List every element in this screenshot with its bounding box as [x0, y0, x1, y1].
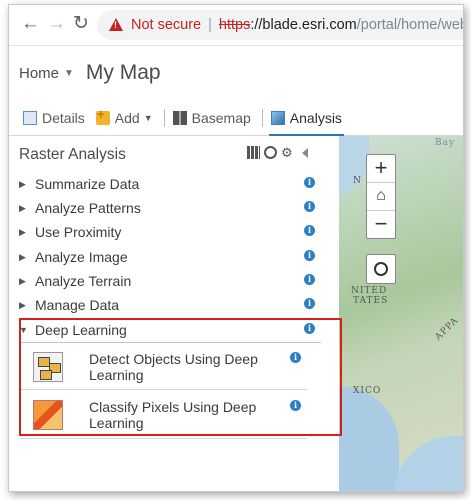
category-deep-learning[interactable]: ▼ Deep Learning i: [19, 318, 321, 343]
tool-detect-objects[interactable]: Detect Objects Using Deep Learning i: [21, 344, 307, 390]
category-label: Analyze Image: [35, 249, 128, 265]
chevron-right-icon: ▶: [19, 202, 26, 213]
reload-icon[interactable]: ↻: [73, 14, 89, 34]
analysis-icon: [270, 111, 285, 125]
chevron-down-icon: ▼: [19, 325, 28, 335]
map-label: APPA: [433, 315, 461, 343]
collapse-panel-icon[interactable]: [302, 147, 308, 158]
warning-icon: [109, 17, 123, 31]
analysis-button[interactable]: Analysis: [268, 101, 345, 136]
chevron-down-icon: ▼: [143, 113, 153, 123]
basemap-button[interactable]: Basemap: [172, 101, 251, 135]
panel-title: Raster Analysis: [19, 146, 126, 163]
map-water: [394, 436, 463, 491]
details-button[interactable]: Details: [23, 101, 85, 135]
tool-divider: [21, 438, 307, 439]
category-use-proximity[interactable]: ▶ Use Proximity i: [19, 220, 321, 244]
category-label: Use Proximity: [35, 224, 122, 240]
add-icon: [95, 106, 110, 125]
add-button[interactable]: Add ▼: [95, 101, 153, 135]
analysis-panel: Raster Analysis ⚙ ▶ Summarize Data i ▶ A…: [9, 136, 329, 491]
locate-button[interactable]: [366, 254, 396, 284]
tool-label: Detect Objects Using Deep Learning: [89, 351, 258, 383]
category-summarize-data[interactable]: ▶ Summarize Data i: [19, 172, 321, 196]
map-water: [339, 136, 369, 196]
address-bar: ← → ↻ Not secure | https ://blade.esri.c…: [9, 5, 463, 46]
info-icon[interactable]: i: [304, 323, 315, 334]
info-icon[interactable]: i: [304, 274, 315, 285]
toolbar-divider: [261, 109, 263, 127]
search-icon[interactable]: [264, 146, 277, 159]
tool-divider: [21, 389, 307, 390]
toolbar-divider: [163, 109, 165, 127]
url-host: ://blade.esri.com: [250, 17, 357, 33]
chevron-down-icon[interactable]: ▼: [64, 68, 74, 79]
info-icon[interactable]: i: [304, 298, 315, 309]
chevron-right-icon: ▶: [19, 299, 26, 310]
category-analyze-terrain[interactable]: ▶ Analyze Terrain i: [19, 269, 321, 293]
map-view[interactable]: Bay N NITED TATES APPA XICO + ⌂ −: [339, 136, 463, 491]
detect-objects-icon: [33, 352, 63, 382]
add-label: Add: [114, 110, 140, 126]
info-icon[interactable]: i: [304, 250, 315, 261]
forward-arrow-icon[interactable]: →: [47, 14, 66, 34]
category-label: Summarize Data: [35, 176, 140, 192]
map-label: NITED: [351, 286, 388, 296]
map-label: Bay: [435, 138, 456, 148]
classify-pixels-icon: [33, 400, 63, 430]
analysis-label: Analysis: [289, 110, 342, 126]
category-label: Deep Learning: [35, 322, 127, 338]
category-label: Analyze Patterns: [35, 200, 141, 216]
map-label: XICO: [353, 386, 382, 396]
tool-classify-pixels[interactable]: Classify Pixels Using Deep Learning i: [21, 392, 307, 438]
category-analyze-patterns[interactable]: ▶ Analyze Patterns i: [19, 196, 321, 220]
chevron-right-icon: ▶: [19, 178, 26, 189]
chevron-right-icon: ▶: [19, 251, 26, 262]
details-label: Details: [42, 110, 85, 126]
map-label: TATES: [353, 296, 389, 306]
info-icon[interactable]: i: [290, 400, 301, 411]
chevron-right-icon: ▶: [19, 275, 26, 286]
browser-window: ← → ↻ Not secure | https ://blade.esri.c…: [8, 4, 464, 492]
map-label: N: [353, 176, 362, 186]
page-header: Home ▼ My Map: [9, 45, 463, 101]
url-scheme: https: [218, 17, 251, 33]
info-icon[interactable]: i: [304, 201, 315, 212]
home-menu[interactable]: Home: [19, 65, 59, 82]
url-path: /portal/home/web: [356, 17, 464, 33]
info-icon[interactable]: i: [304, 177, 315, 188]
category-label: Manage Data: [35, 297, 120, 313]
raster-function-icon[interactable]: [247, 146, 260, 159]
category-analyze-image[interactable]: ▶ Analyze Image i: [19, 245, 321, 269]
map-water: [339, 386, 399, 491]
map-toolbar: Details Add ▼ Basemap Analysis: [9, 101, 463, 136]
zoom-out-button[interactable]: −: [367, 211, 395, 238]
info-icon[interactable]: i: [290, 352, 301, 363]
basemap-icon: [172, 111, 187, 125]
home-extent-icon[interactable]: ⌂: [367, 183, 395, 211]
tool-label: Classify Pixels Using Deep Learning: [89, 399, 257, 431]
category-label: Analyze Terrain: [35, 273, 132, 289]
basemap-label: Basemap: [191, 110, 251, 126]
zoom-controls: + ⌂ −: [366, 154, 396, 239]
category-manage-data[interactable]: ▶ Manage Data i: [19, 293, 321, 317]
panel-tools: ⚙: [247, 146, 308, 159]
chevron-right-icon: ▶: [19, 226, 26, 237]
url-field[interactable]: Not secure | https ://blade.esri.com /po…: [97, 10, 464, 40]
page-title: My Map: [85, 61, 161, 84]
back-arrow-icon[interactable]: ←: [21, 14, 40, 34]
zoom-in-button[interactable]: +: [367, 155, 395, 183]
locate-icon: [374, 262, 388, 276]
gear-icon[interactable]: ⚙: [281, 146, 294, 159]
url-separator: |: [208, 17, 212, 33]
info-icon[interactable]: i: [304, 225, 315, 236]
details-icon: [23, 111, 37, 125]
security-status[interactable]: Not secure: [131, 17, 201, 33]
